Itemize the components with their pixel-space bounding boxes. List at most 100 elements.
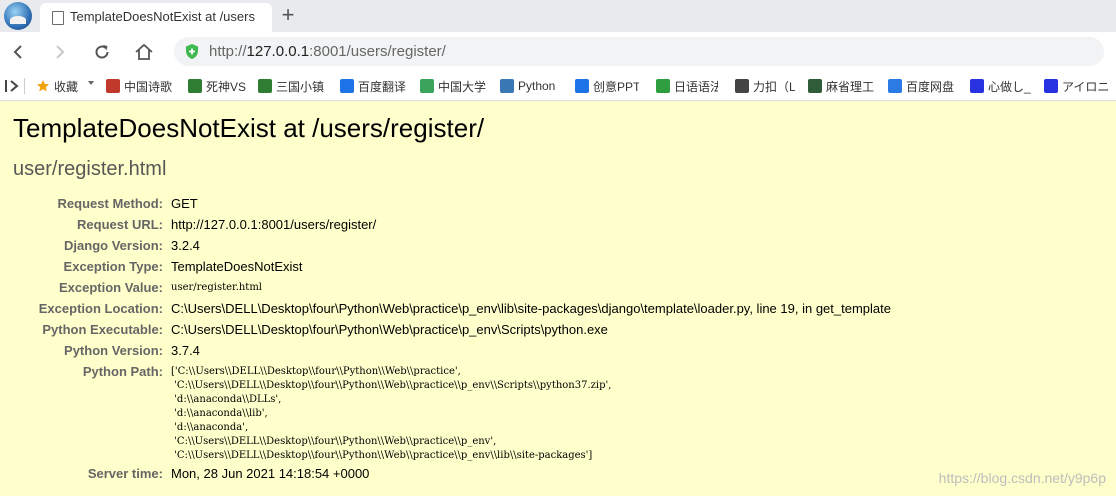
new-tab-button[interactable]: +	[278, 2, 298, 28]
bookmark-item[interactable]: 收藏	[36, 78, 86, 94]
meta-row-python-path: Python Path: ['C:\\Users\\DELL\\Desktop\…	[13, 361, 891, 463]
meta-value: http://127.0.0.1:8001/users/register/	[171, 217, 377, 232]
meta-label: Django Version:	[64, 238, 163, 253]
bookmark-item[interactable]: 力扣（L	[735, 78, 795, 94]
bookmark-label: 力扣（L	[753, 79, 795, 94]
bookmark-item[interactable]: アイロニ	[1044, 78, 1110, 94]
browser-logo-icon[interactable]	[4, 2, 32, 30]
meta-value: C:\Users\DELL\Desktop\four\Python\Web\pr…	[171, 301, 891, 316]
bookmark-item[interactable]: 中国诗歌	[106, 78, 176, 94]
python-path-value: ['C:\\Users\\DELL\\Desktop\\four\\Python…	[171, 361, 891, 463]
meta-value: C:\Users\DELL\Desktop\four\Python\Web\pr…	[171, 322, 608, 337]
bookmark-item[interactable]: 三国小镇	[258, 78, 330, 94]
paw-icon	[970, 79, 984, 93]
bookmark-item[interactable]: 创意PPT	[575, 78, 639, 94]
url-text[interactable]: http://127.0.0.1:8001/users/register/	[209, 43, 446, 60]
bookmark-label: 百度翻译	[358, 79, 407, 94]
bookmark-label: 收藏	[54, 79, 79, 94]
star-icon	[36, 79, 50, 93]
python-path-line: 'C:\\Users\\DELL\\Desktop\\four\\Python\…	[171, 450, 593, 461]
python-path-line: 'C:\\Users\\DELL\\Desktop\\four\\Python\…	[171, 436, 497, 447]
meta-row-django-version: Django Version: 3.2.4	[13, 235, 891, 256]
meta-value: 3.2.4	[171, 238, 200, 253]
bookmark-label: 死神VS	[206, 79, 247, 94]
reload-icon	[95, 45, 109, 59]
bookmark-item[interactable]: 中国大学	[420, 78, 492, 94]
bookmarks-divider	[24, 78, 25, 94]
browser-chrome: TemplateDoesNotExist at /users + http://…	[0, 0, 1116, 101]
bookmark-item[interactable]: 百度网盘	[888, 78, 960, 94]
cloud-icon	[888, 79, 902, 93]
forward-button[interactable]	[46, 38, 74, 66]
bookmark-item[interactable]: 麻省理工	[808, 78, 878, 94]
bookmark-label: 创意PPT	[593, 79, 639, 94]
watermark: https://blog.csdn.net/y9p6p	[938, 470, 1106, 486]
bookmarks-bar: 收藏 中国诗歌 死神VS 三国小镇 百度翻译 中国大学 Python 创意PPT 日语语法 力扣（…	[0, 72, 1116, 101]
home-button[interactable]	[130, 38, 158, 66]
bookmark-item[interactable]: 百度翻译	[340, 78, 412, 94]
bookmark-item[interactable]: 日语语法	[656, 78, 718, 94]
back-arrow-icon	[13, 45, 22, 59]
play-icon	[808, 79, 822, 93]
exception-summary: user/register.html	[13, 158, 167, 180]
meta-label: Python Version:	[64, 343, 163, 358]
meta-row-server-time: Server time: Mon, 28 Jun 2021 14:18:54 +…	[13, 463, 891, 484]
meta-label: Exception Type:	[63, 259, 163, 274]
meta-label: Python Executable:	[42, 322, 163, 337]
bookmark-label: 百度网盘	[906, 79, 955, 94]
request-meta-table: Request Method: GET Request URL: http://…	[13, 193, 891, 484]
meta-label: Request Method:	[57, 196, 163, 211]
page-icon	[52, 11, 64, 25]
meta-value: 3.7.4	[171, 343, 200, 358]
bookmark-label: アイロニ	[1062, 79, 1110, 94]
grid-icon	[258, 79, 272, 93]
url-host: 127.0.0.1	[246, 43, 310, 60]
bookmark-item[interactable]: 心做し_	[970, 78, 1034, 94]
tab-title: TemplateDoesNotExist at /users	[70, 9, 255, 24]
meta-label: Request URL:	[77, 217, 163, 232]
python-path-line: 'd:\\anaconda\\lib',	[171, 408, 268, 419]
bookmark-label: Python	[518, 79, 556, 93]
bookmark-item[interactable]: 死神VS	[188, 78, 248, 94]
meta-value: Mon, 28 Jun 2021 14:18:54 +0000	[171, 466, 370, 481]
meta-value: GET	[171, 196, 198, 211]
mooc-icon	[420, 79, 434, 93]
poetry-icon	[106, 79, 120, 93]
translate-icon	[340, 79, 354, 93]
meta-label: Exception Location:	[38, 301, 163, 316]
python-path-line: 'C:\\Users\\DELL\\Desktop\\four\\Python\…	[171, 380, 612, 391]
security-shield-icon[interactable]	[184, 43, 200, 60]
bookmark-label: 日语语法	[674, 79, 718, 94]
meta-row-exception-value: Exception Value: user/register.html	[13, 277, 891, 298]
bookmark-label: 中国大学	[438, 79, 487, 94]
url-scheme: http://	[209, 43, 247, 60]
bookmark-label: 麻省理工	[826, 79, 875, 94]
bookmark-label: 三国小镇	[276, 79, 325, 94]
forward-arrow-icon	[56, 45, 65, 59]
meta-label: Server time:	[87, 466, 163, 481]
back-button[interactable]	[4, 38, 32, 66]
meta-value: TemplateDoesNotExist	[171, 259, 303, 274]
browser-tab[interactable]: TemplateDoesNotExist at /users	[40, 3, 272, 32]
address-bar[interactable]: http://127.0.0.1:8001/users/register/	[174, 37, 1104, 66]
grid-icon	[188, 79, 202, 93]
python-path-line: 'd:\\anaconda\\DLLs',	[171, 394, 282, 405]
page-title: TemplateDoesNotExist at /users/register/	[13, 113, 485, 143]
python-path-line: 'd:\\anaconda',	[171, 422, 249, 433]
sidebar-toggle-icon[interactable]	[4, 78, 20, 94]
error-page: TemplateDoesNotExist at /users/register/…	[0, 101, 1116, 496]
python-icon	[500, 79, 514, 93]
bookmark-label: 心做し_	[988, 79, 1031, 94]
leetcode-icon	[735, 79, 749, 93]
favorites-dropdown-icon[interactable]	[88, 81, 94, 85]
python-path-line: ['C:\\Users\\DELL\\Desktop\\four\\Python…	[171, 366, 461, 377]
meta-row-request-url: Request URL: http://127.0.0.1:8001/users…	[13, 214, 891, 235]
meta-row-request-method: Request Method: GET	[13, 193, 891, 214]
meta-row-exception-location: Exception Location: C:\Users\DELL\Deskto…	[13, 298, 891, 319]
bookmark-item[interactable]: Python	[500, 78, 558, 94]
tab-strip: TemplateDoesNotExist at /users +	[0, 0, 1116, 32]
info-icon	[656, 79, 670, 93]
reload-button[interactable]	[88, 38, 116, 66]
home-icon	[135, 43, 153, 60]
ppt-icon	[575, 79, 589, 93]
